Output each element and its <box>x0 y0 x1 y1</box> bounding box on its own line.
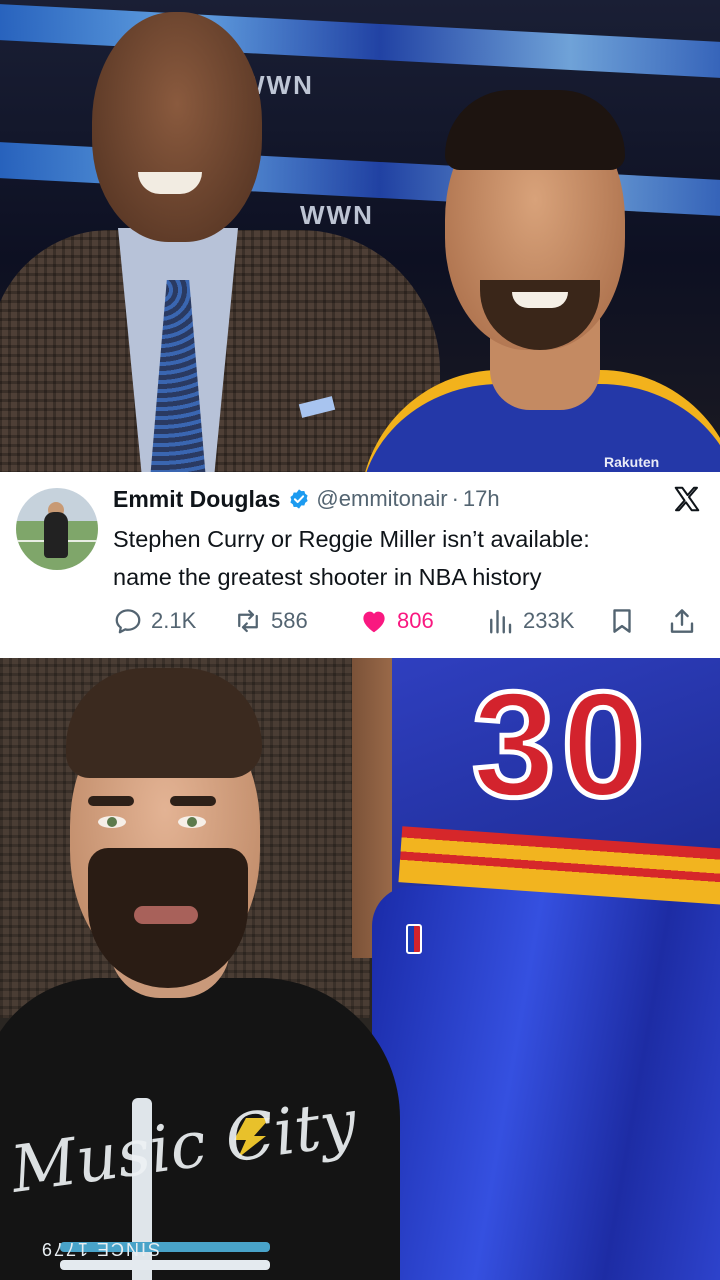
jersey-number: 30 <box>470 658 651 831</box>
smile <box>512 292 568 308</box>
reggie-miller-face <box>92 12 262 242</box>
view-count: 233K <box>523 608 575 633</box>
bookmark-button[interactable] <box>607 604 645 638</box>
nba-logo-icon <box>406 924 422 954</box>
creator-hair <box>66 668 262 778</box>
avatar-person <box>44 512 68 558</box>
repost-icon <box>238 609 258 633</box>
views-chart-icon <box>490 609 512 634</box>
eye <box>98 816 126 828</box>
reply-button[interactable]: 2.1K <box>113 604 196 638</box>
tweet-text-line: Stephen Curry or Reggie Miller isn’t ava… <box>113 526 590 552</box>
separator-dot: · <box>451 486 459 511</box>
views-button[interactable]: 233K <box>485 604 574 638</box>
timestamp[interactable]: 17h <box>463 486 500 512</box>
tweet-text: Stephen Curry or Reggie Miller isn’t ava… <box>113 520 693 596</box>
warriors-shorts <box>372 886 720 1280</box>
shirt-script-text: Music City <box>6 1086 362 1208</box>
player-hair <box>445 90 625 170</box>
repost-count: 586 <box>271 608 308 633</box>
tweet-card[interactable]: Emmit Douglas @emmitonair · 17h Stephen … <box>0 472 720 658</box>
repost-button[interactable]: 586 <box>233 604 308 638</box>
like-heart-icon <box>363 611 385 633</box>
verified-badge-icon <box>290 489 309 509</box>
like-count: 806 <box>397 608 434 633</box>
share-icon <box>670 609 694 633</box>
tweet-header: Emmit Douglas @emmitonair · 17h <box>113 484 500 514</box>
bookmark-icon <box>613 609 631 633</box>
shirt-since-text: SINCE 1779 <box>40 1239 161 1259</box>
tweet-text-line: name the greatest shooter in NBA history <box>113 564 542 590</box>
creator-mouth <box>134 906 198 924</box>
bottom-photo-creator-webcam: 30 Music City SINCE 1779 <box>0 658 720 1280</box>
like-button[interactable]: 806 <box>359 604 434 638</box>
top-photo-miller-and-curry: WWN WWN Rakuten <box>0 0 720 472</box>
arena-band-text: WWN <box>300 200 374 230</box>
share-button[interactable] <box>667 604 705 638</box>
tweet-actions: 2.1K 586 806 233K <box>113 604 703 638</box>
reply-count: 2.1K <box>151 608 197 633</box>
shirt-graphic: Music City SINCE 1779 <box>0 1086 362 1280</box>
display-name[interactable]: Emmit Douglas <box>113 486 280 513</box>
shirt-stripe <box>60 1260 270 1270</box>
eye <box>178 816 206 828</box>
eyebrow <box>88 796 134 806</box>
handle[interactable]: @emmitonair <box>316 486 447 512</box>
reply-icon <box>115 609 141 634</box>
jersey-sponsor-text: Rakuten <box>604 454 660 470</box>
x-logo-icon <box>674 486 700 512</box>
eyebrow <box>170 796 216 806</box>
avatar[interactable] <box>16 488 98 570</box>
